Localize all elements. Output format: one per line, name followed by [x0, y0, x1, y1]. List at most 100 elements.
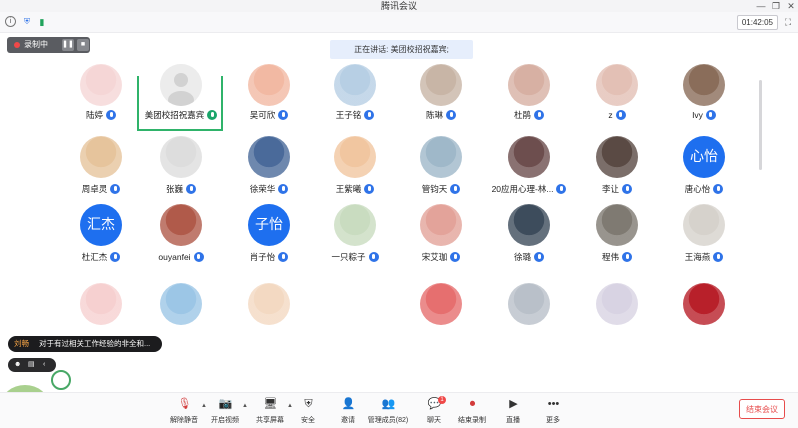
participant-name: 徐璐: [513, 252, 531, 262]
shield-icon[interactable]: ⛨: [21, 16, 33, 28]
mic-icon: [705, 110, 716, 120]
participant-tile[interactable]: 管钧天: [398, 136, 484, 202]
toolbar-button-members[interactable]: 👥 管理成员(82): [368, 396, 408, 426]
participant-tile[interactable]: 一只粽子: [312, 204, 398, 270]
toolbar-button-stop-record[interactable]: ⏺ 结束录制: [452, 396, 492, 426]
participant-name: 陆婷: [85, 110, 103, 120]
participant-name: 李让: [601, 184, 619, 194]
participant-tile[interactable]: [661, 283, 747, 349]
participant-name-row: 王紫曦: [312, 183, 398, 195]
participant-avatar: [508, 204, 550, 246]
participant-avatar: [160, 204, 202, 246]
grid-scrollbar[interactable]: [759, 80, 762, 170]
toolbar-button-camera-off[interactable]: 📷 开启视频: [205, 396, 245, 426]
participant-tile[interactable]: 徐璐: [486, 204, 572, 270]
participant-tile[interactable]: Ivy: [661, 64, 747, 136]
participant-tile[interactable]: 张巍: [138, 136, 224, 202]
participant-name-row: 宋艾珈: [398, 251, 484, 263]
participant-name-row: 王子铭: [312, 109, 398, 121]
participant-avatar: [420, 64, 462, 106]
participant-tile[interactable]: z: [574, 64, 660, 136]
participant-tile[interactable]: [486, 283, 572, 349]
chat-bubble[interactable]: 刘畅 对于有过相关工作经验的非全和...: [8, 336, 162, 352]
toolbar-button-more[interactable]: ••• 更多: [533, 396, 573, 426]
participant-avatar: [596, 283, 638, 325]
participant-name: 杜鹃: [513, 110, 531, 120]
participant-name-row: 程伟: [574, 251, 660, 263]
mic-icon: [110, 252, 121, 262]
participant-name: 程伟: [601, 252, 619, 262]
restore-icon[interactable]: ❐: [769, 0, 783, 12]
pause-record-button[interactable]: ❚❚: [62, 39, 74, 51]
participant-tile[interactable]: 陈琳: [398, 64, 484, 136]
toolbar-label: 管理成员(82): [367, 417, 409, 424]
participant-avatar: [80, 64, 122, 106]
participant-tile[interactable]: ouyanfei: [138, 204, 224, 270]
participant-tile[interactable]: 心怡 唐心怡: [661, 136, 747, 202]
mic-icon: [364, 184, 375, 194]
participant-avatar: [508, 136, 550, 178]
mic-icon: [106, 110, 116, 120]
participant-name: 陈琳: [425, 110, 443, 120]
meeting-toolbar: 🎙 解除静音 ▲ 📷 开启视频 ▲ 🖥 共享屏幕 ▲ ⛨ 安全 👤 邀请 👥 管理成员(82) 💬 1 聊天 ⏺ 结束…: [0, 392, 798, 428]
participant-tile[interactable]: 徐荣华: [226, 136, 312, 202]
participant-avatar: [683, 64, 725, 106]
participant-avatar: [420, 204, 462, 246]
participant-name-row: 周卓灵: [58, 183, 144, 195]
minimize-icon[interactable]: —: [754, 0, 768, 12]
stop-record-icon: ⏺: [469, 398, 476, 410]
participant-avatar: 子怡: [248, 204, 290, 246]
participant-tile[interactable]: 20应用心理-林...: [486, 136, 572, 202]
participant-avatar: [596, 136, 638, 178]
mic-icon: [193, 252, 204, 262]
participant-name: 吴可欣: [249, 110, 276, 120]
mic-icon: [110, 184, 121, 194]
mic-icon: [534, 110, 544, 120]
toolbar-button-mic-off[interactable]: 🎙 解除静音: [164, 396, 204, 426]
participant-tile[interactable]: 汇杰 杜汇杰: [58, 204, 144, 270]
participant-tile[interactable]: 王子铭: [312, 64, 398, 136]
participant-tile[interactable]: [398, 283, 484, 349]
participant-avatar: [334, 136, 376, 178]
mic-icon: [622, 184, 632, 194]
toolbar-label: 更多: [546, 417, 560, 424]
participant-tile[interactable]: 陆婷: [58, 64, 144, 136]
participant-tile[interactable]: 子怡 肖子怡: [226, 204, 312, 270]
participant-avatar: [596, 64, 638, 106]
participant-tile[interactable]: 宋艾珈: [398, 204, 484, 270]
participant-avatar: [334, 283, 376, 325]
stop-record-button[interactable]: ■: [77, 39, 89, 51]
participant-tile[interactable]: 吴可欣: [226, 64, 312, 136]
record-dot-icon: [14, 42, 20, 48]
participant-name-row: 李让: [574, 183, 660, 195]
meeting-topbar: i ⛨ ▮ 01:42:05 ⛶: [0, 12, 798, 33]
participant-avatar: [508, 64, 550, 106]
end-meeting-button[interactable]: 结束会议: [739, 399, 785, 419]
participant-avatar: [420, 283, 462, 325]
live-icon: ▶: [509, 398, 518, 410]
speaking-banner: 正在讲话: 美团校招祝嘉宾;: [330, 40, 473, 59]
signal-icon[interactable]: ▮: [36, 16, 48, 28]
mic-icon: [278, 110, 289, 120]
participant-tile[interactable]: 王海燕: [661, 204, 747, 270]
participant-name-row: ouyanfei: [138, 251, 224, 263]
participant-tile[interactable]: [226, 283, 312, 349]
dropdown-caret-icon[interactable]: ▲: [242, 403, 248, 409]
participant-tile[interactable]: 程伟: [574, 204, 660, 270]
fullscreen-icon[interactable]: ⛶: [782, 16, 794, 28]
participant-name-row: 肖子怡: [226, 251, 312, 263]
recording-label: 录制中: [24, 40, 48, 49]
participant-tile[interactable]: [312, 283, 398, 349]
participant-name: 一只粽子: [331, 252, 366, 262]
close-icon[interactable]: ✕: [784, 0, 798, 12]
participant-tile[interactable]: 杜鹃: [486, 64, 572, 136]
participant-tile[interactable]: 周卓灵: [58, 136, 144, 202]
mic-icon: [278, 184, 289, 194]
participant-tile[interactable]: 李让: [574, 136, 660, 202]
participant-name: 宋艾珈: [421, 252, 448, 262]
info-icon[interactable]: i: [5, 16, 16, 27]
window-title: 腾讯会议: [380, 1, 417, 11]
participant-tile[interactable]: [574, 283, 660, 349]
participant-tile[interactable]: 王紫曦: [312, 136, 398, 202]
participant-avatar: [248, 64, 290, 106]
